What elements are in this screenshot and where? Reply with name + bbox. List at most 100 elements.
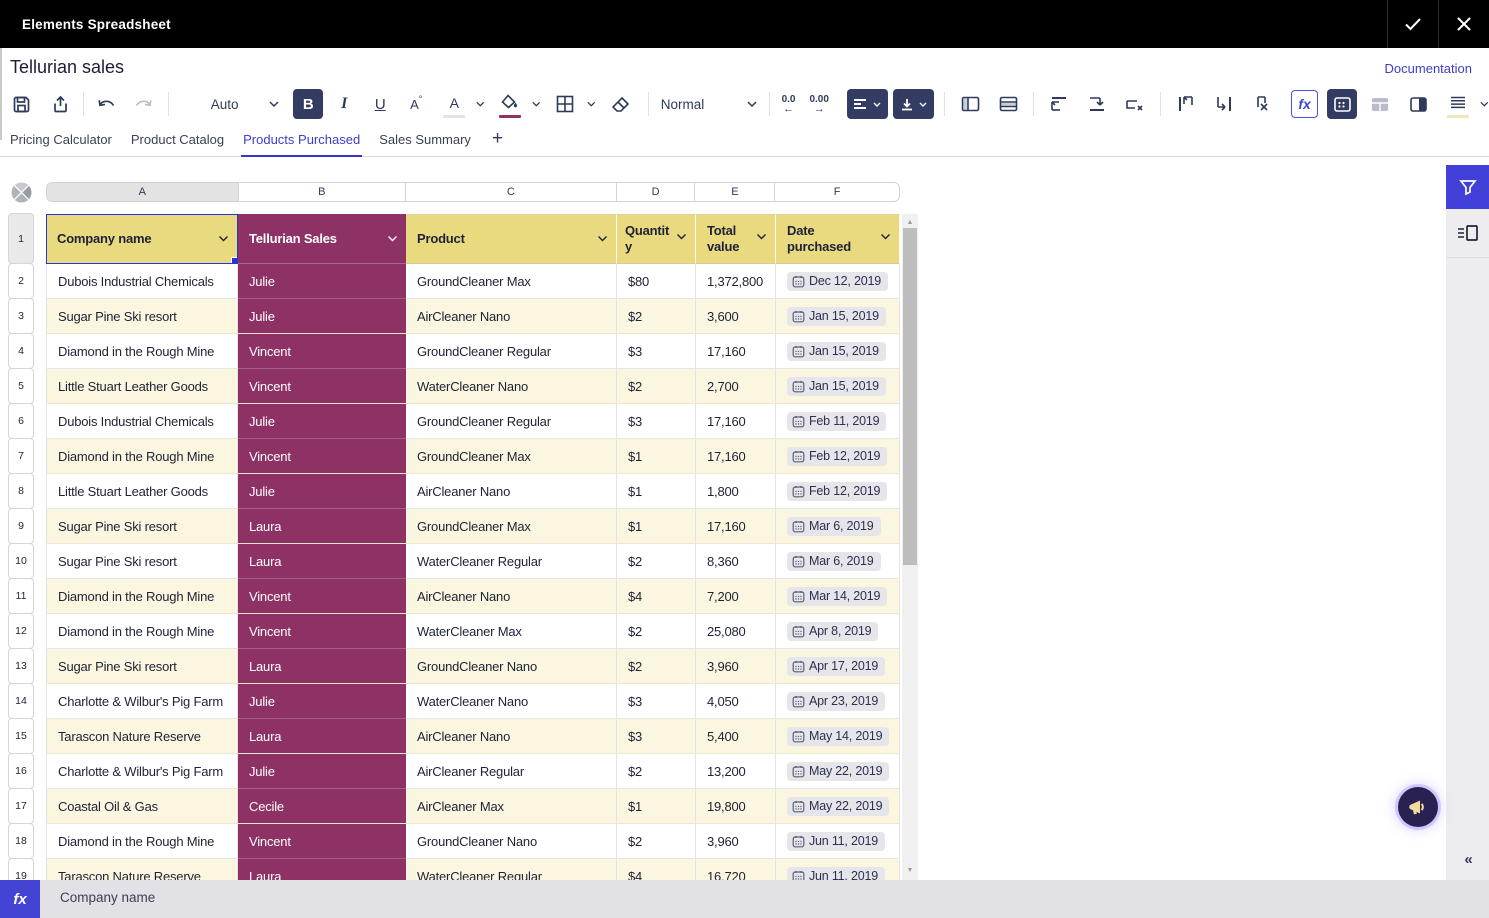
cell-sales-rep[interactable]: Vincent (238, 334, 406, 369)
cell-company[interactable]: Little Stuart Leather Goods (46, 369, 238, 404)
add-sheet-button[interactable]: + (492, 128, 503, 150)
cell-total-value[interactable]: 3,960 (696, 824, 776, 859)
cell-sales-rep[interactable]: Vincent (238, 369, 406, 404)
header-cell-total-value[interactable]: Total value (696, 214, 776, 264)
scroll-down-arrow[interactable]: ▼ (902, 863, 918, 877)
cell-total-value[interactable]: 25,080 (696, 614, 776, 649)
cell-date-purchased[interactable]: Jan 15, 2019 (776, 369, 900, 404)
cell-company[interactable]: Sugar Pine Ski resort (46, 509, 238, 544)
text-color-button[interactable]: A (439, 89, 469, 119)
merge-cells-button[interactable] (955, 89, 985, 119)
cell-quantity[interactable]: $3 (617, 719, 696, 754)
cell-product[interactable]: AirCleaner Max (406, 789, 617, 824)
cell-total-value[interactable]: 5,400 (696, 719, 776, 754)
header-filter-chevron-icon[interactable] (756, 233, 767, 240)
cell-date-purchased[interactable]: Feb 12, 2019 (776, 474, 900, 509)
column-header-a[interactable]: A (47, 183, 239, 201)
column-header-f[interactable]: F (775, 183, 899, 201)
table-view-button[interactable] (1365, 89, 1395, 119)
row-header-15[interactable]: 15 (8, 718, 34, 754)
cell-date-purchased[interactable]: Mar 6, 2019 (776, 544, 900, 579)
cell-product[interactable]: AirCleaner Nano (406, 474, 617, 509)
cell-total-value[interactable]: 3,600 (696, 299, 776, 334)
cell-product[interactable]: WaterCleaner Regular (406, 859, 617, 880)
cell-company[interactable]: Dubois Industrial Chemicals (46, 264, 238, 299)
cell-sales-rep[interactable]: Laura (238, 649, 406, 684)
export-button[interactable] (45, 89, 75, 119)
cell-total-value[interactable]: 19,800 (696, 789, 776, 824)
cell-product[interactable]: AirCleaner Regular (406, 754, 617, 789)
cell-date-purchased[interactable]: Jan 15, 2019 (776, 334, 900, 369)
column-header-c[interactable]: C (406, 183, 617, 201)
row-header-12[interactable]: 12 (8, 613, 34, 649)
row-header-4[interactable]: 4 (8, 333, 34, 369)
cell-date-purchased[interactable]: Jun 11, 2019 (776, 859, 900, 880)
row-header-11[interactable]: 11 (8, 578, 34, 614)
row-header-6[interactable]: 6 (8, 403, 34, 439)
cell-date-purchased[interactable]: Apr 23, 2019 (776, 684, 900, 719)
header-cell-quantity[interactable]: Quantity (617, 214, 696, 264)
cell-product[interactable]: WaterCleaner Nano (406, 684, 617, 719)
cell-product[interactable]: GroundCleaner Nano (406, 649, 617, 684)
cell-product[interactable]: WaterCleaner Regular (406, 544, 617, 579)
cell-quantity[interactable]: $2 (617, 824, 696, 859)
cell-company[interactable]: Charlotte & Wilbur's Pig Farm (46, 754, 238, 789)
underline-button[interactable]: U (365, 89, 395, 119)
redo-button[interactable] (128, 89, 158, 119)
confirm-button[interactable] (1387, 0, 1438, 48)
cell-company[interactable]: Tarascon Nature Reserve (46, 719, 238, 754)
documentation-link[interactable]: Documentation (1385, 61, 1472, 76)
tab-products-purchased[interactable]: Products Purchased (243, 122, 360, 157)
cell-date-purchased[interactable]: Mar 14, 2019 (776, 579, 900, 614)
cell-sales-rep[interactable]: Cecile (238, 789, 406, 824)
undo-button[interactable] (92, 89, 122, 119)
header-filter-chevron-icon[interactable] (676, 233, 687, 240)
fill-color-button[interactable] (495, 89, 525, 119)
cell-sales-rep[interactable]: Vincent (238, 614, 406, 649)
cell-product[interactable]: GroundCleaner Regular (406, 404, 617, 439)
cell-date-purchased[interactable]: Apr 17, 2019 (776, 649, 900, 684)
cell-product[interactable]: AirCleaner Nano (406, 299, 617, 334)
tab-product-catalog[interactable]: Product Catalog (131, 122, 224, 157)
row-header-16[interactable]: 16 (8, 753, 34, 789)
cell-sales-rep[interactable]: Julie (238, 299, 406, 334)
cell-quantity[interactable]: $1 (617, 439, 696, 474)
cell-date-purchased[interactable]: May 22, 2019 (776, 789, 900, 824)
insert-row-below-button[interactable] (1082, 89, 1112, 119)
cell-date-purchased[interactable]: Dec 12, 2019 (776, 264, 900, 299)
cell-quantity[interactable]: $1 (617, 509, 696, 544)
cell-quantity[interactable]: $4 (617, 579, 696, 614)
cell-company[interactable]: Diamond in the Rough Mine (46, 579, 238, 614)
cell-product[interactable]: GroundCleaner Max (406, 264, 617, 299)
header-cell-product[interactable]: Product (406, 214, 617, 264)
cell-product[interactable]: GroundCleaner Max (406, 509, 617, 544)
column-header-d[interactable]: D (617, 183, 696, 201)
decrease-decimal-button[interactable]: 0.0← (782, 95, 796, 114)
cell-quantity[interactable]: $3 (617, 684, 696, 719)
row-header-19[interactable]: 19 (8, 858, 34, 880)
cell-quantity[interactable]: $3 (617, 404, 696, 439)
cell-date-purchased[interactable]: Mar 6, 2019 (776, 509, 900, 544)
data-grid-button[interactable] (1327, 89, 1357, 119)
cell-quantity[interactable]: $2 (617, 754, 696, 789)
cell-company[interactable]: Diamond in the Rough Mine (46, 614, 238, 649)
cell-company[interactable]: Sugar Pine Ski resort (46, 299, 238, 334)
cell-company[interactable]: Diamond in the Rough Mine (46, 439, 238, 474)
cell-total-value[interactable]: 2,700 (696, 369, 776, 404)
cell-date-purchased[interactable]: Jan 15, 2019 (776, 299, 900, 334)
cell-total-value[interactable]: 17,160 (696, 404, 776, 439)
cell-total-value[interactable]: 4,050 (696, 684, 776, 719)
cell-date-purchased[interactable]: Feb 11, 2019 (776, 404, 900, 439)
scroll-up-arrow[interactable]: ▲ (902, 215, 918, 229)
save-button[interactable] (6, 89, 36, 119)
cell-product[interactable]: WaterCleaner Max (406, 614, 617, 649)
cell-date-purchased[interactable]: Apr 8, 2019 (776, 614, 900, 649)
cell-total-value[interactable]: 17,160 (696, 509, 776, 544)
font-select[interactable]: Auto (183, 97, 280, 112)
cell-sales-rep[interactable]: Laura (238, 544, 406, 579)
cell-company[interactable]: Coastal Oil & Gas (46, 789, 238, 824)
filter-button[interactable] (1446, 165, 1489, 209)
cell-company[interactable]: Little Stuart Leather Goods (46, 474, 238, 509)
column-header-b[interactable]: B (239, 183, 407, 201)
cell-sales-rep[interactable]: Julie (238, 404, 406, 439)
